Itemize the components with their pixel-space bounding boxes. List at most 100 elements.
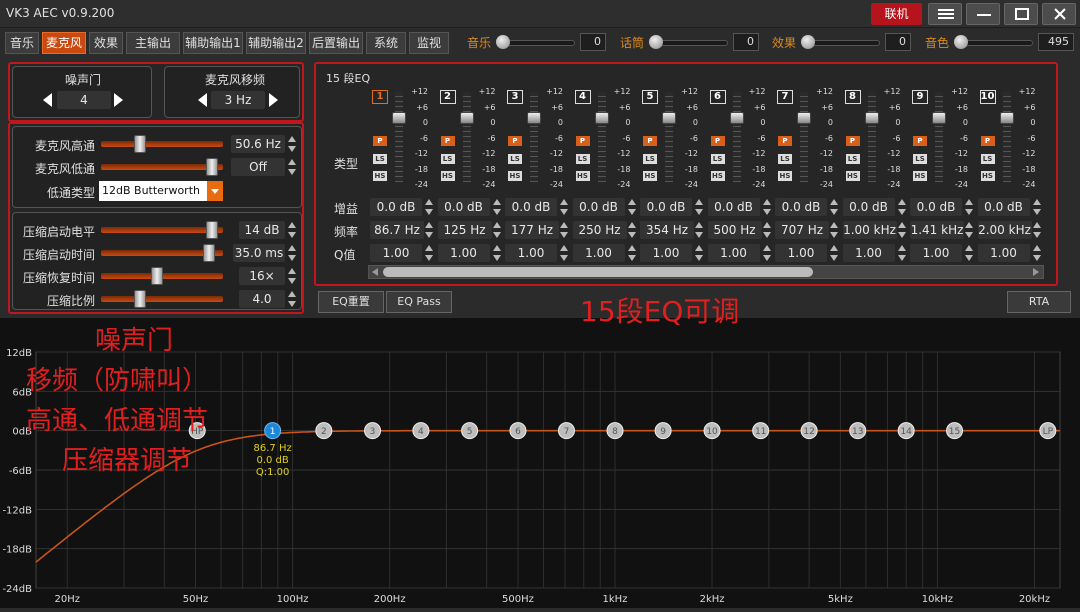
- eq-band-number[interactable]: 9: [912, 90, 928, 104]
- chevron-down-icon[interactable]: [207, 181, 223, 201]
- low-shelf-type-button[interactable]: LS: [778, 154, 792, 164]
- eq-gain-spinner[interactable]: [694, 198, 704, 216]
- comp-release-spinner[interactable]: [287, 267, 297, 285]
- connect-button[interactable]: 联机: [871, 3, 922, 25]
- eq-q-value[interactable]: 1.00: [437, 244, 490, 262]
- eq-gain-fader-knob[interactable]: [459, 112, 474, 124]
- low-shelf-type-button[interactable]: LS: [710, 154, 725, 164]
- peak-type-button[interactable]: P: [575, 136, 590, 146]
- comp-attack-knob[interactable]: [203, 244, 216, 262]
- eq-gain-fader[interactable]: [800, 92, 808, 182]
- eq-q-value[interactable]: 1.00: [640, 244, 692, 262]
- tab-main-output[interactable]: 主输出: [126, 32, 180, 54]
- eq-freq-value[interactable]: 177 Hz: [505, 221, 559, 239]
- eq-gain-fader-knob[interactable]: [864, 112, 879, 124]
- minimize-button[interactable]: [966, 3, 1000, 25]
- eq-gain-fader[interactable]: [462, 92, 471, 182]
- eq-band-number[interactable]: 7: [777, 90, 793, 104]
- effect-level-knob[interactable]: [801, 35, 815, 49]
- eq-gain-value[interactable]: 0.0 dB: [505, 198, 557, 216]
- high-shelf-type-button[interactable]: HS: [913, 171, 927, 181]
- comp-threshold-slider[interactable]: [101, 227, 223, 233]
- eq-gain-spinner[interactable]: [964, 198, 974, 216]
- close-button[interactable]: [1042, 3, 1076, 25]
- eq-freq-spinner[interactable]: [627, 221, 637, 239]
- music-level-knob[interactable]: [496, 35, 510, 49]
- low-shelf-type-button[interactable]: LS: [980, 154, 995, 164]
- high-shelf-type-button[interactable]: HS: [508, 171, 522, 181]
- menu-button[interactable]: [928, 3, 962, 25]
- eq-q-spinner[interactable]: [897, 244, 907, 262]
- eq-q-spinner[interactable]: [762, 244, 772, 262]
- effect-level-value[interactable]: 0: [885, 33, 911, 51]
- comp-ratio-knob[interactable]: [134, 290, 146, 308]
- mic-shift-value[interactable]: 3 Hz: [211, 91, 265, 109]
- eq-gain-spinner[interactable]: [492, 198, 502, 216]
- eq-gain-value[interactable]: 0.0 dB: [572, 198, 625, 216]
- eq-q-spinner[interactable]: [964, 244, 974, 262]
- scroll-left-icon[interactable]: [372, 268, 378, 276]
- eq-q-value[interactable]: 1.00: [370, 244, 422, 262]
- eq-gain-fader[interactable]: [867, 92, 876, 182]
- noise-gate-increase-icon[interactable]: [114, 93, 123, 107]
- comp-release-value[interactable]: 16×: [239, 267, 285, 285]
- eq-freq-value[interactable]: 707 Hz: [775, 221, 829, 239]
- eq-gain-spinner[interactable]: [424, 198, 434, 216]
- comp-ratio-slider[interactable]: [101, 296, 223, 302]
- mic-shift-decrease-icon[interactable]: [198, 93, 207, 107]
- peak-type-button[interactable]: P: [508, 136, 522, 146]
- eq-freq-spinner[interactable]: [694, 221, 704, 239]
- eq-gain-value[interactable]: 0.0 dB: [370, 198, 422, 216]
- eq-band-number[interactable]: 10: [979, 90, 996, 104]
- eq-q-value[interactable]: 1.00: [572, 244, 625, 262]
- eq-freq-spinner[interactable]: [424, 221, 434, 239]
- lowpass-value[interactable]: Off: [231, 158, 285, 176]
- eq-q-value[interactable]: 1.00: [842, 244, 895, 262]
- eq-q-spinner[interactable]: [424, 244, 434, 262]
- eq-freq-spinner[interactable]: [762, 221, 772, 239]
- eq-gain-spinner[interactable]: [897, 198, 907, 216]
- eq-q-spinner[interactable]: [1032, 244, 1042, 262]
- eq-freq-spinner[interactable]: [829, 221, 839, 239]
- eq-freq-value[interactable]: 500 Hz: [707, 221, 762, 239]
- eq-band-number[interactable]: 8: [844, 90, 861, 104]
- eq-gain-fader-knob[interactable]: [594, 112, 609, 124]
- mic-level-value[interactable]: 0: [733, 33, 759, 51]
- eq-gain-value[interactable]: 0.0 dB: [775, 198, 827, 216]
- comp-ratio-value[interactable]: 4.0: [239, 290, 285, 308]
- high-shelf-type-button[interactable]: HS: [440, 171, 455, 181]
- eq-gain-spinner[interactable]: [559, 198, 569, 216]
- eq-gain-fader[interactable]: [530, 92, 538, 182]
- noise-gate-value[interactable]: 4: [57, 91, 111, 109]
- eq-gain-fader[interactable]: [395, 92, 403, 182]
- noise-gate-decrease-icon[interactable]: [43, 93, 52, 107]
- eq-gain-fader-knob[interactable]: [797, 112, 811, 124]
- high-shelf-type-button[interactable]: HS: [643, 171, 657, 181]
- high-shelf-type-button[interactable]: HS: [980, 171, 995, 181]
- tab-rear-output[interactable]: 后置输出: [309, 32, 363, 54]
- eq-gain-fader[interactable]: [732, 92, 741, 182]
- low-shelf-type-button[interactable]: LS: [575, 154, 590, 164]
- eq-gain-spinner[interactable]: [627, 198, 637, 216]
- tab-microphone[interactable]: 麦克风: [42, 32, 86, 54]
- comp-attack-spinner[interactable]: [287, 244, 297, 262]
- maximize-button[interactable]: [1004, 3, 1038, 25]
- comp-threshold-value[interactable]: 14 dB: [239, 221, 285, 239]
- eq-q-spinner[interactable]: [829, 244, 839, 262]
- comp-threshold-knob[interactable]: [205, 221, 218, 239]
- tone-level-value[interactable]: 495: [1038, 33, 1074, 51]
- eq-freq-value[interactable]: 2.00 kHz: [977, 221, 1032, 239]
- eq-horizontal-scrollbar[interactable]: [368, 265, 1044, 279]
- high-shelf-type-button[interactable]: HS: [710, 171, 725, 181]
- highpass-spinner[interactable]: [287, 135, 297, 153]
- high-shelf-type-button[interactable]: HS: [373, 171, 387, 181]
- eq-gain-fader-knob[interactable]: [662, 112, 676, 124]
- eq-freq-value[interactable]: 125 Hz: [437, 221, 492, 239]
- eq-pass-button[interactable]: EQ Pass: [386, 291, 452, 313]
- lowpass-slider[interactable]: [101, 164, 223, 170]
- lowpass-type-select[interactable]: 12dB Butterworth: [99, 181, 207, 201]
- peak-type-button[interactable]: P: [845, 136, 860, 146]
- eq-gain-fader[interactable]: [1002, 92, 1011, 182]
- highpass-slider-knob[interactable]: [134, 135, 146, 153]
- eq-gain-fader-knob[interactable]: [932, 112, 946, 124]
